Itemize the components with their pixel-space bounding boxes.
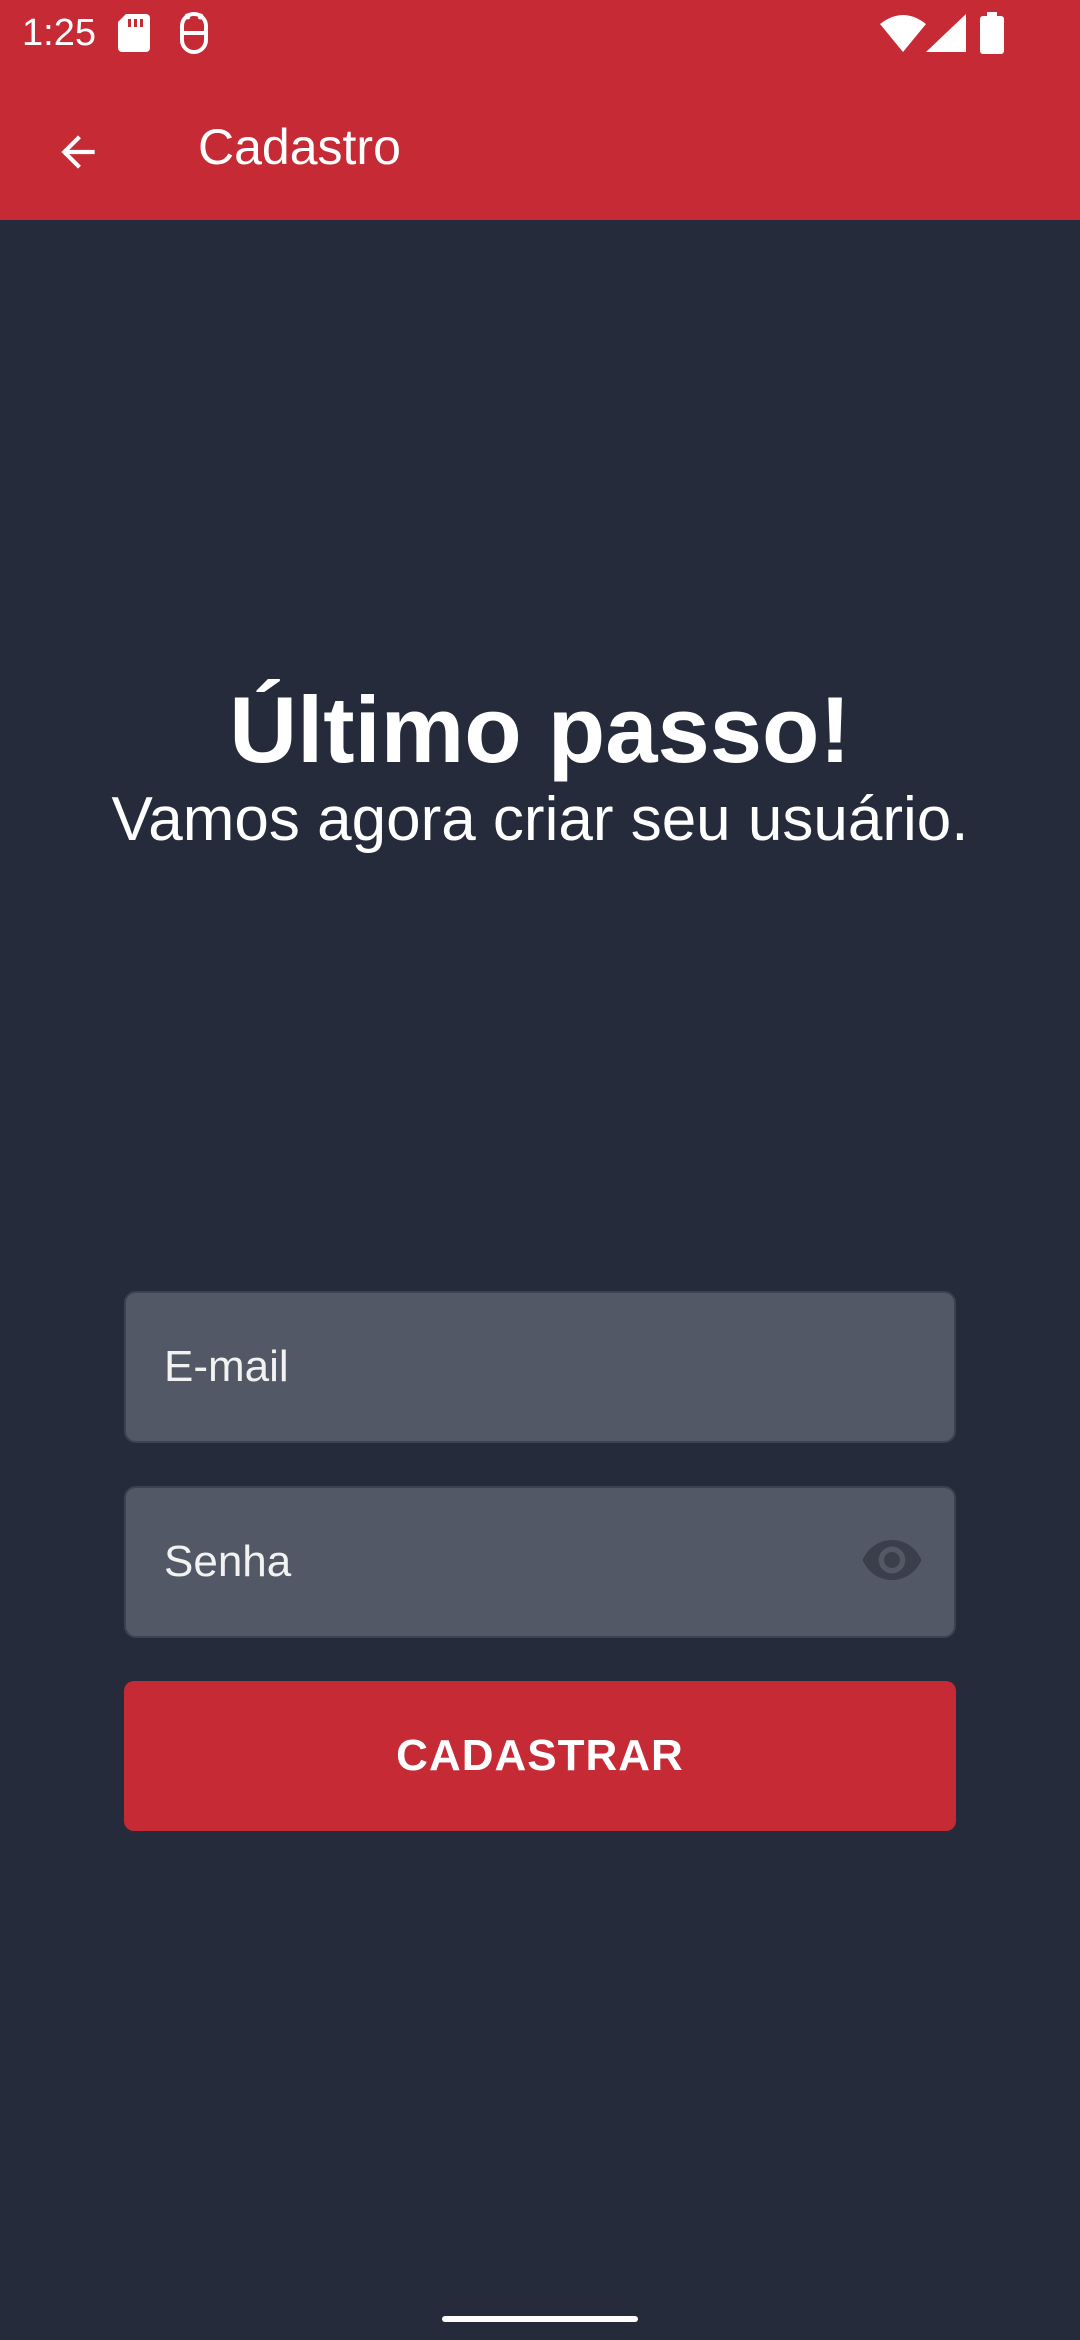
status-bar: 1:25 (0, 0, 1080, 66)
password-field (124, 1486, 956, 1638)
toolbar: Cadastro (0, 66, 1080, 220)
battery-icon (980, 12, 1004, 54)
password-input[interactable] (164, 1488, 864, 1636)
password-visibility-toggle[interactable] (854, 1524, 930, 1600)
gesture-navigation-bar[interactable] (442, 2316, 638, 2322)
arrow-back-icon (53, 127, 103, 182)
back-button[interactable] (30, 106, 126, 202)
status-time: 1:25 (22, 12, 96, 54)
email-field (124, 1291, 956, 1443)
register-button[interactable]: CADASTRAR (124, 1681, 956, 1831)
wifi-icon (880, 14, 926, 52)
app-bar: 1:25 Cadastro (0, 0, 1080, 220)
page-title: Cadastro (198, 119, 401, 175)
cell-signal-icon (926, 14, 966, 52)
email-input[interactable] (164, 1293, 864, 1441)
hero-subtitle: Vamos agora criar seu usuário. (111, 785, 969, 854)
android-debug-icon (176, 12, 212, 54)
eye-icon (860, 1528, 924, 1597)
hero-title: Último passo! (229, 677, 851, 782)
sd-card-icon (118, 14, 150, 52)
